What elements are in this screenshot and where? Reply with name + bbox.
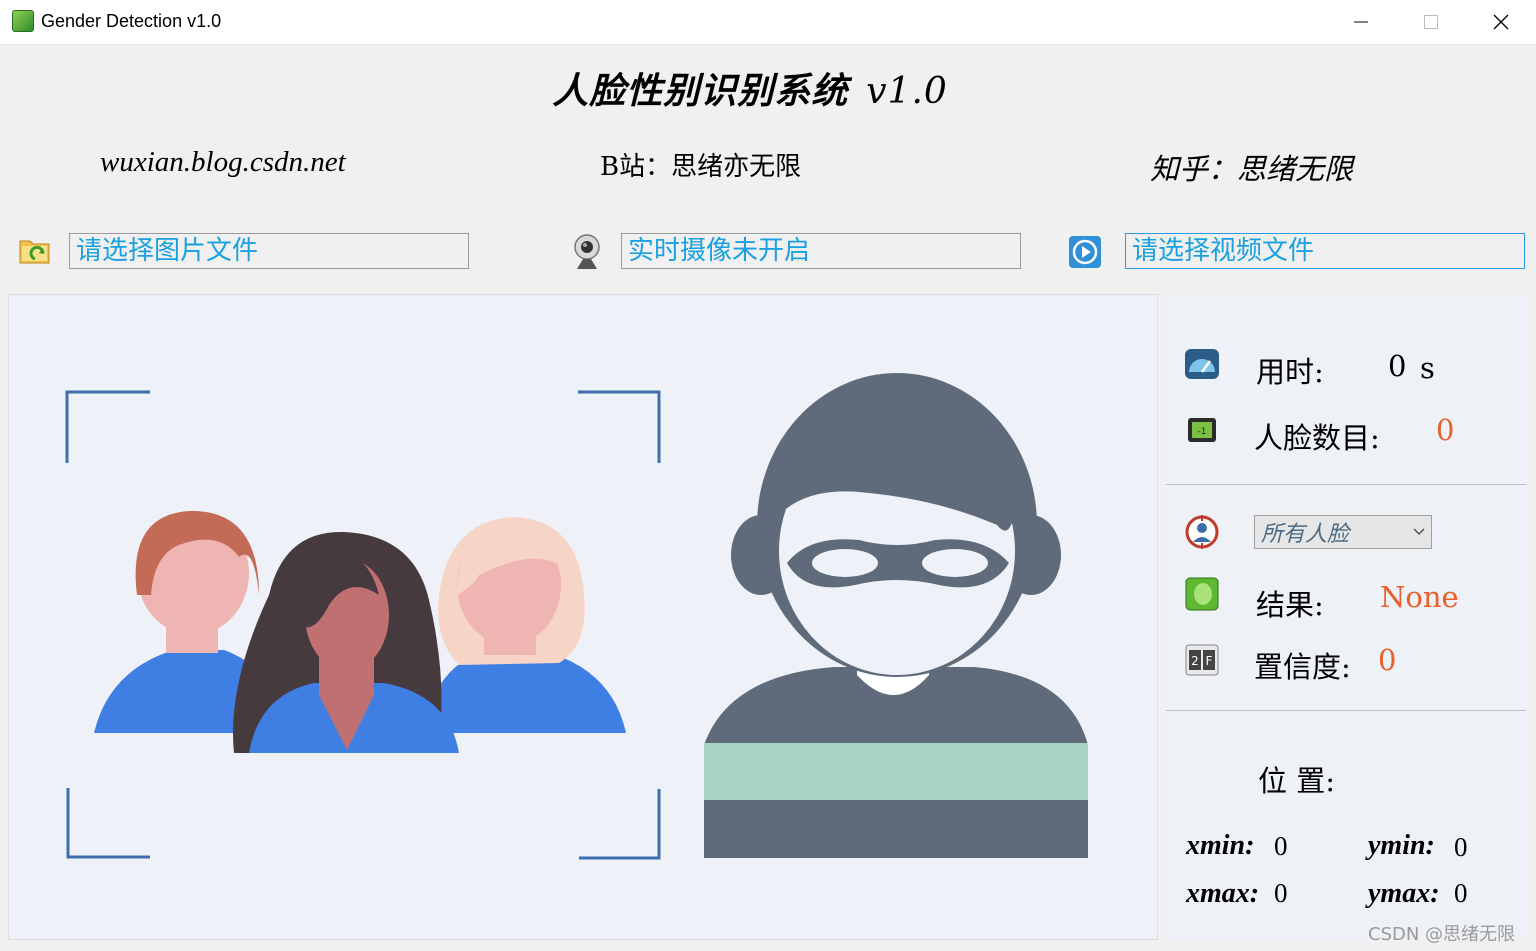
maximize-icon: [1424, 15, 1438, 29]
position-label: 位 置:: [1258, 764, 1335, 798]
time-label: 用时:: [1256, 355, 1324, 389]
svg-text:-1: -1: [1198, 427, 1207, 437]
camera-status-field[interactable]: 实时摄像未开启: [621, 233, 1021, 269]
face-count-value: 0: [1436, 413, 1455, 447]
page-title: 人脸性别识别系统 v1.0: [0, 62, 1500, 114]
speedometer-icon: [1185, 349, 1219, 379]
watermark: CSDN @思绪无限: [1368, 924, 1516, 945]
close-icon: [1493, 14, 1509, 30]
open-video-button[interactable]: [1067, 234, 1103, 270]
app-version: v1.0: [866, 71, 948, 112]
play-icon: [1069, 236, 1101, 268]
image-path-field[interactable]: 请选择图片文件: [69, 233, 469, 269]
open-image-button[interactable]: [17, 232, 53, 268]
window-title: Gender Detection v1.0: [41, 11, 222, 31]
video-path-field[interactable]: 请选择视频文件: [1125, 233, 1525, 269]
info-panel: 用时: 0 s -1 人脸数目: 0 所有人脸 结果: None 2 F 置信度…: [1166, 294, 1528, 940]
divider: [1166, 484, 1526, 485]
face-select-dropdown[interactable]: 所有人脸: [1254, 515, 1432, 549]
ymin-value: 0: [1454, 832, 1468, 862]
zhihu-credit: 知乎：思绪无限: [1150, 152, 1354, 186]
time-value: 0: [1388, 349, 1407, 383]
confidence-label: 置信度:: [1254, 650, 1351, 684]
minimize-button[interactable]: [1326, 0, 1396, 44]
face-count-label: 人脸数目:: [1254, 421, 1380, 455]
svg-text:2: 2: [1191, 654, 1199, 668]
ymin-label: ymin:: [1368, 830, 1435, 861]
xmax-value: 0: [1274, 878, 1288, 908]
app-name: 人脸性别识别系统: [552, 70, 849, 112]
divider: [1166, 710, 1526, 711]
result-value: None: [1380, 580, 1459, 614]
close-button[interactable]: [1466, 0, 1536, 44]
flip-clock-icon: 2 F: [1185, 644, 1219, 676]
app-icon: [12, 10, 34, 32]
confidence-value: 0: [1378, 643, 1397, 677]
target-person-icon: [1185, 515, 1219, 549]
xmax-label: xmax:: [1186, 878, 1260, 909]
xmin-label: xmin:: [1186, 830, 1255, 861]
title-bar: Gender Detection v1.0: [0, 0, 1536, 45]
placeholder-illustration: [65, 373, 1088, 860]
ymax-value: 0: [1454, 878, 1468, 908]
maximize-button[interactable]: [1396, 0, 1466, 44]
folder-icon: [19, 240, 50, 264]
chevron-down-icon: [1413, 528, 1425, 535]
result-label: 结果:: [1256, 588, 1324, 622]
bilibili-credit: B站：思绪亦无限: [600, 152, 802, 182]
svg-text:F: F: [1206, 654, 1213, 668]
counter-chip-icon: -1: [1188, 418, 1216, 442]
time-unit: s: [1420, 351, 1435, 385]
minimize-icon: [1354, 21, 1368, 23]
blonde-woman-figure: [424, 517, 626, 733]
camera-button[interactable]: [569, 234, 605, 270]
image-display: [8, 294, 1158, 940]
face-select-value: 所有人脸: [1261, 522, 1350, 547]
masked-person-figure: [704, 373, 1088, 858]
xmin-value: 0: [1274, 831, 1288, 861]
webcam-icon: [574, 234, 600, 269]
ymax-label: ymax:: [1368, 878, 1440, 909]
blog-link: wuxian.blog.csdn.net: [100, 146, 346, 178]
leaf-result-icon: [1185, 577, 1219, 611]
dark-hair-woman-figure: [233, 531, 459, 753]
